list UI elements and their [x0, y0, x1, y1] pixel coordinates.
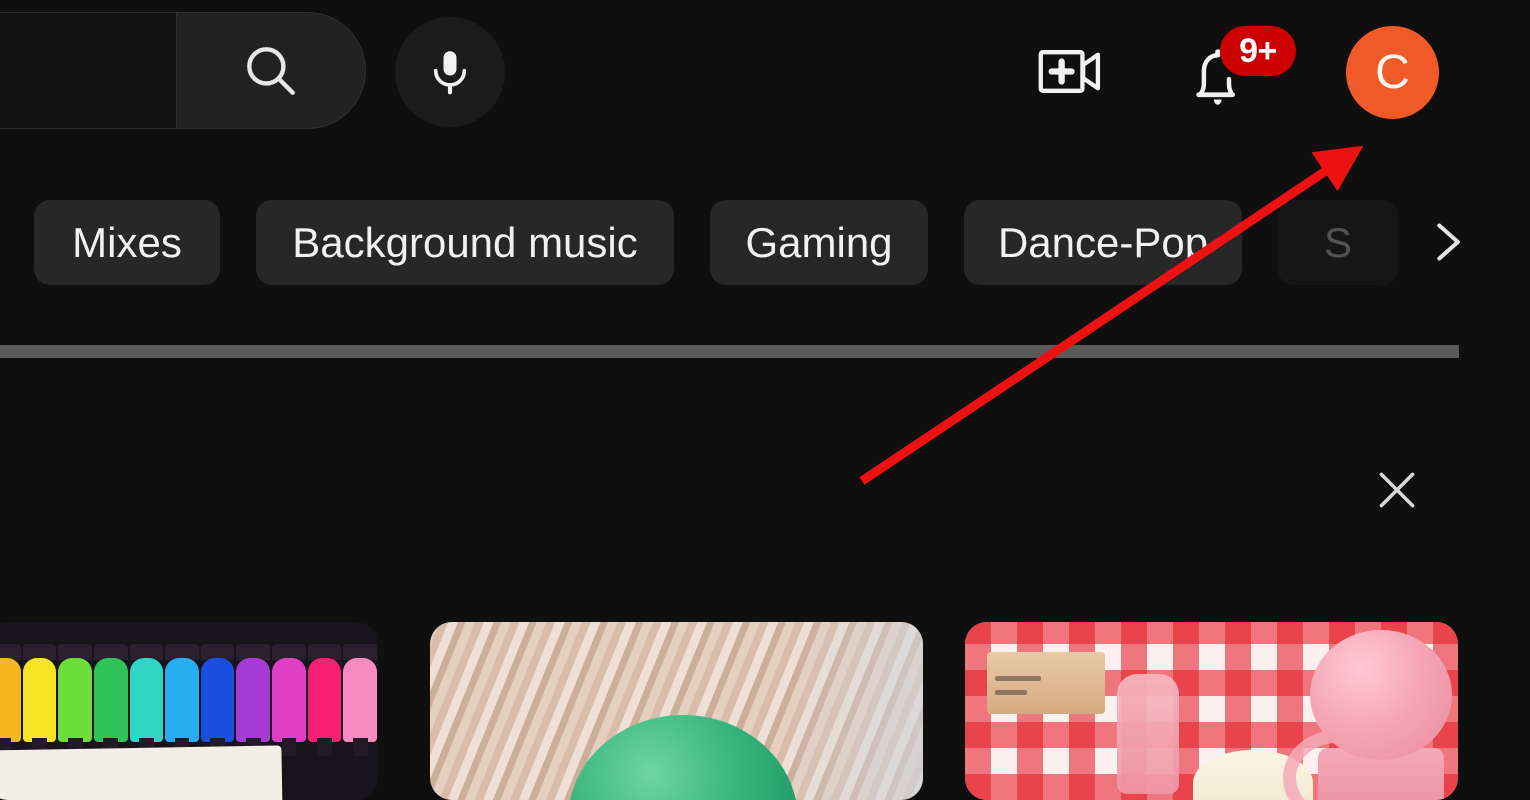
marker-pen: [200, 644, 235, 756]
marker-pen: [165, 644, 199, 756]
chip-gaming[interactable]: Gaming: [710, 200, 928, 285]
chip-mixes[interactable]: Mixes: [34, 200, 220, 285]
craft-box-graphic: [987, 652, 1105, 714]
search-bar[interactable]: [0, 12, 366, 129]
marker-pen: [22, 644, 57, 756]
search-submit-button[interactable]: [176, 12, 366, 129]
wood-sheen-graphic: [794, 622, 923, 800]
top-app-bar: 9+ C: [0, 0, 1530, 150]
marker-pen: [307, 644, 342, 756]
chip-label: Mixes: [72, 218, 182, 266]
chip-s[interactable]: S: [1278, 200, 1398, 285]
thumbnail-image: [430, 622, 923, 800]
search-icon: [247, 46, 295, 95]
notification-badge: 9+: [1220, 26, 1296, 76]
green-egg-graphic: [568, 714, 799, 800]
marker-pen: [58, 644, 92, 756]
thumbnail-image: [0, 622, 378, 800]
marker-pen: [236, 644, 271, 756]
video-thumbnail[interactable]: [965, 622, 1458, 800]
marker-pen: [272, 644, 306, 756]
pink-ball-graphic: [1310, 630, 1452, 760]
chip-label: Background music: [292, 218, 638, 266]
dismiss-button[interactable]: [1362, 455, 1432, 525]
chevron-right-icon: [1437, 223, 1460, 261]
thumbnail-image: [965, 622, 1458, 800]
microphone-icon: [433, 51, 467, 95]
search-input[interactable]: [0, 12, 176, 129]
pink-jar-graphic: [1117, 674, 1179, 794]
category-chip-bar[interactable]: Mixes Background music Gaming Dance-Pop S: [0, 185, 1530, 300]
horizontal-scrollbar[interactable]: [0, 345, 1459, 358]
marker-pen: [93, 644, 128, 756]
video-thumbnail[interactable]: [0, 622, 378, 800]
marker-pen: [0, 644, 21, 756]
youtube-home-screen: 9+ C Mixes Background music Gaming Dance-Po…: [0, 0, 1530, 800]
chip-next-button[interactable]: [1415, 200, 1477, 284]
voice-search-button[interactable]: [395, 17, 505, 127]
paper-sheet-graphic: [0, 745, 283, 800]
close-icon: [1379, 472, 1415, 508]
marker-pen: [129, 644, 164, 756]
chip-label: S: [1323, 218, 1352, 266]
video-camera-plus-icon: [1038, 50, 1101, 93]
notifications-button[interactable]: 9+: [1180, 26, 1296, 120]
chip-label: Gaming: [745, 218, 893, 266]
chip-background-music[interactable]: Background music: [256, 200, 674, 285]
marker-pens-graphic: [0, 644, 378, 756]
chip-label: Dance-Pop: [997, 218, 1209, 266]
create-video-button[interactable]: [1036, 40, 1106, 104]
chip-dance-pop[interactable]: Dance-Pop: [964, 200, 1242, 285]
account-avatar[interactable]: C: [1346, 26, 1439, 119]
video-thumbnail[interactable]: [430, 622, 923, 800]
avatar-initial: C: [1375, 45, 1410, 99]
marker-pen: [343, 644, 378, 756]
